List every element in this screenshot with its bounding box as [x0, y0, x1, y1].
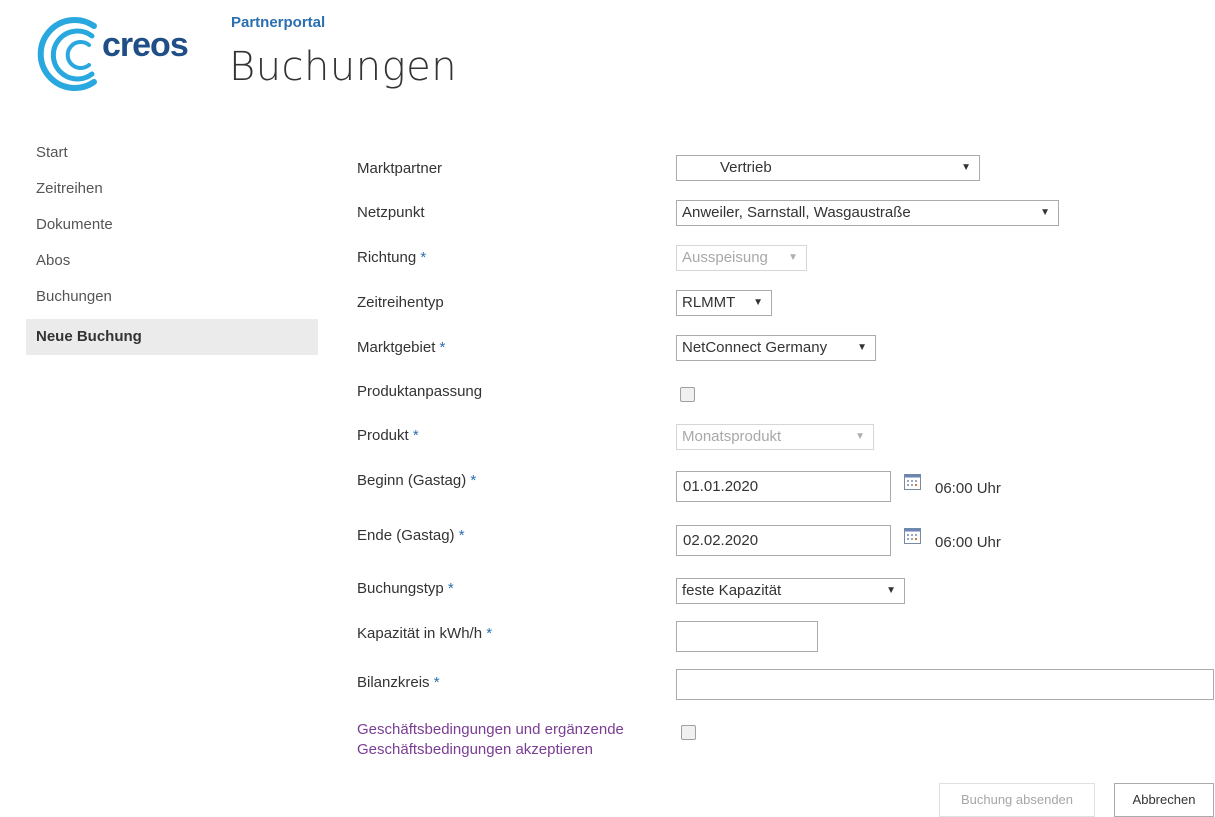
label-beginn: Beginn (Gastag) *: [357, 472, 477, 489]
richtung-select: Ausspeisung ▼: [676, 245, 807, 271]
nav-item-neue-buchung[interactable]: Neue Buchung: [26, 319, 318, 355]
cancel-button[interactable]: Abbrechen: [1114, 783, 1214, 817]
netzpunkt-value: Anweiler, Sarnstall, Wasgaustraße: [682, 204, 911, 221]
terms-checkbox[interactable]: [681, 725, 696, 740]
kapazitaet-input[interactable]: [676, 621, 818, 652]
nav-item-dokumente[interactable]: Dokumente: [26, 210, 318, 246]
dropdown-arrow-icon: ▼: [886, 585, 896, 596]
bilanzkreis-input[interactable]: [676, 669, 1214, 700]
page-title: Buchungen: [229, 44, 458, 90]
label-richtung: Richtung *: [357, 249, 427, 266]
label-marktgebiet: Marktgebiet *: [357, 339, 446, 356]
submit-booking-button[interactable]: Buchung absenden: [939, 783, 1095, 817]
ende-date-input[interactable]: 02.02.2020: [676, 525, 891, 556]
marktpartner-select[interactable]: Vertrieb ▼: [676, 155, 980, 181]
label-marktpartner: Marktpartner: [357, 160, 443, 177]
terms-link-line2[interactable]: Geschäftsbedingungen akzeptieren: [357, 740, 624, 760]
nav-item-start[interactable]: Start: [26, 138, 318, 174]
ende-time: 06:00 Uhr: [935, 534, 1001, 551]
site-title[interactable]: Partnerportal: [231, 14, 325, 31]
netzpunkt-select[interactable]: Anweiler, Sarnstall, Wasgaustraße ▼: [676, 200, 1059, 226]
produkt-select: Monatsprodukt ▼: [676, 424, 874, 450]
produkt-value: Monatsprodukt: [682, 428, 782, 445]
richtung-value: Ausspeisung: [682, 249, 768, 266]
marktgebiet-select[interactable]: NetConnect Germany ▼: [676, 335, 876, 361]
produktanpassung-checkbox[interactable]: [680, 387, 695, 402]
calendar-icon[interactable]: [904, 474, 921, 490]
label-ende: Ende (Gastag) *: [357, 527, 465, 544]
terms-link-line1[interactable]: Geschäftsbedingungen und ergänzende: [357, 720, 624, 740]
beginn-value: 01.01.2020: [683, 478, 759, 495]
nav-item-abos[interactable]: Abos: [26, 246, 318, 282]
nav-item-zeitreihen[interactable]: Zeitreihen: [26, 174, 318, 210]
label-zeitreihentyp: Zeitreihentyp: [357, 294, 444, 311]
label-bilanzkreis: Bilanzkreis *: [357, 674, 440, 691]
beginn-date-input[interactable]: 01.01.2020: [676, 471, 891, 502]
zeitreihentyp-select[interactable]: RLMMT ▼: [676, 290, 772, 316]
dropdown-arrow-icon: ▼: [753, 297, 763, 308]
buchungstyp-value: feste Kapazität: [682, 582, 782, 599]
buchungstyp-select[interactable]: feste Kapazität ▼: [676, 578, 905, 604]
logo-wordmark: creos: [102, 26, 189, 64]
label-produkt: Produkt *: [357, 427, 419, 444]
label-netzpunkt: Netzpunkt: [357, 204, 425, 221]
label-produktanpassung: Produktanpassung: [357, 383, 483, 400]
nav-item-buchungen[interactable]: Buchungen: [26, 282, 318, 318]
zeitreihentyp-value: RLMMT: [682, 294, 736, 311]
ende-value: 02.02.2020: [683, 532, 759, 549]
dropdown-arrow-icon: ▼: [788, 252, 798, 263]
label-kapazitaet: Kapazität in kWh/h *: [357, 625, 493, 642]
dropdown-arrow-icon: ▼: [857, 342, 867, 353]
calendar-icon[interactable]: [904, 528, 921, 544]
terms-link[interactable]: Geschäftsbedingungen und ergänzende Gesc…: [357, 720, 624, 760]
marktpartner-value: Vertrieb: [720, 159, 772, 176]
dropdown-arrow-icon: ▼: [1040, 207, 1050, 218]
left-navigation: Start Zeitreihen Dokumente Abos Buchunge…: [26, 138, 318, 355]
label-buchungstyp: Buchungstyp *: [357, 580, 454, 597]
dropdown-arrow-icon: ▼: [961, 162, 971, 173]
beginn-time: 06:00 Uhr: [935, 480, 1001, 497]
dropdown-arrow-icon: ▼: [855, 431, 865, 442]
marktgebiet-value: NetConnect Germany: [682, 339, 828, 356]
